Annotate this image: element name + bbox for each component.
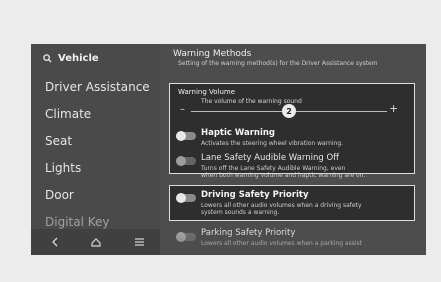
search-label: Vehicle xyxy=(58,53,99,64)
back-icon[interactable] xyxy=(50,236,60,248)
driving-safety-priority-panel: Driving Safety Priority Lowers all other… xyxy=(169,185,415,221)
search-icon xyxy=(43,54,52,63)
haptic-warning-toggle[interactable] xyxy=(176,131,196,141)
sidebar-item-lights[interactable]: Lights xyxy=(45,161,81,175)
parking-safety-priority-toggle[interactable] xyxy=(176,232,196,242)
sidebar-item-driver-assistance[interactable]: Driver Assistance xyxy=(45,80,150,94)
sidebar-item-seat[interactable]: Seat xyxy=(45,134,72,148)
option-description: Lowers all other audio volumes when a pa… xyxy=(201,240,362,247)
option-description: Activates the steering wheel vibration w… xyxy=(201,140,344,147)
toggle-knob xyxy=(176,131,186,141)
option-title: Haptic Warning xyxy=(201,128,276,138)
driving-safety-priority-toggle[interactable] xyxy=(176,193,196,203)
bottom-nav-bar xyxy=(31,229,160,255)
section-title: Warning Methods xyxy=(173,49,252,59)
toggle-knob xyxy=(176,193,186,203)
settings-content: Warning Methods Setting of the warning m… xyxy=(168,44,426,255)
sidebar-item-climate[interactable]: Climate xyxy=(45,107,91,121)
home-icon[interactable] xyxy=(90,236,102,248)
option-description: Turns off the Lane Safety Audible Warnin… xyxy=(201,165,346,172)
sidebar-item-door[interactable]: Door xyxy=(45,188,74,202)
infotainment-screen: Vehicle Driver Assistance Climate Seat L… xyxy=(31,44,426,255)
search-vehicle[interactable]: Vehicle xyxy=(43,53,99,64)
option-description: when both warning volume and haptic warn… xyxy=(201,172,366,179)
toggle-knob xyxy=(176,156,186,166)
sidebar: Vehicle Driver Assistance Climate Seat L… xyxy=(31,44,160,255)
lane-safety-audible-warning-off-toggle[interactable] xyxy=(176,156,196,166)
toggle-knob xyxy=(176,232,186,242)
volume-increase-button[interactable]: + xyxy=(389,102,398,115)
option-title: Driving Safety Priority xyxy=(201,190,309,200)
volume-slider-knob[interactable]: 2 xyxy=(282,104,296,118)
warning-volume-label: Warning Volume xyxy=(178,88,236,96)
volume-decrease-button[interactable]: – xyxy=(180,104,185,115)
section-description: Setting of the warning method(s) for the… xyxy=(178,60,378,67)
option-title: Lane Safety Audible Warning Off xyxy=(201,153,339,163)
menu-icon[interactable] xyxy=(134,236,145,248)
option-description: Lowers all other audio volumes when a dr… xyxy=(201,202,362,209)
option-title: Parking Safety Priority xyxy=(201,228,296,238)
option-description: system sounds a warning. xyxy=(201,209,280,216)
sidebar-item-digital-key[interactable]: Digital Key xyxy=(45,215,110,229)
